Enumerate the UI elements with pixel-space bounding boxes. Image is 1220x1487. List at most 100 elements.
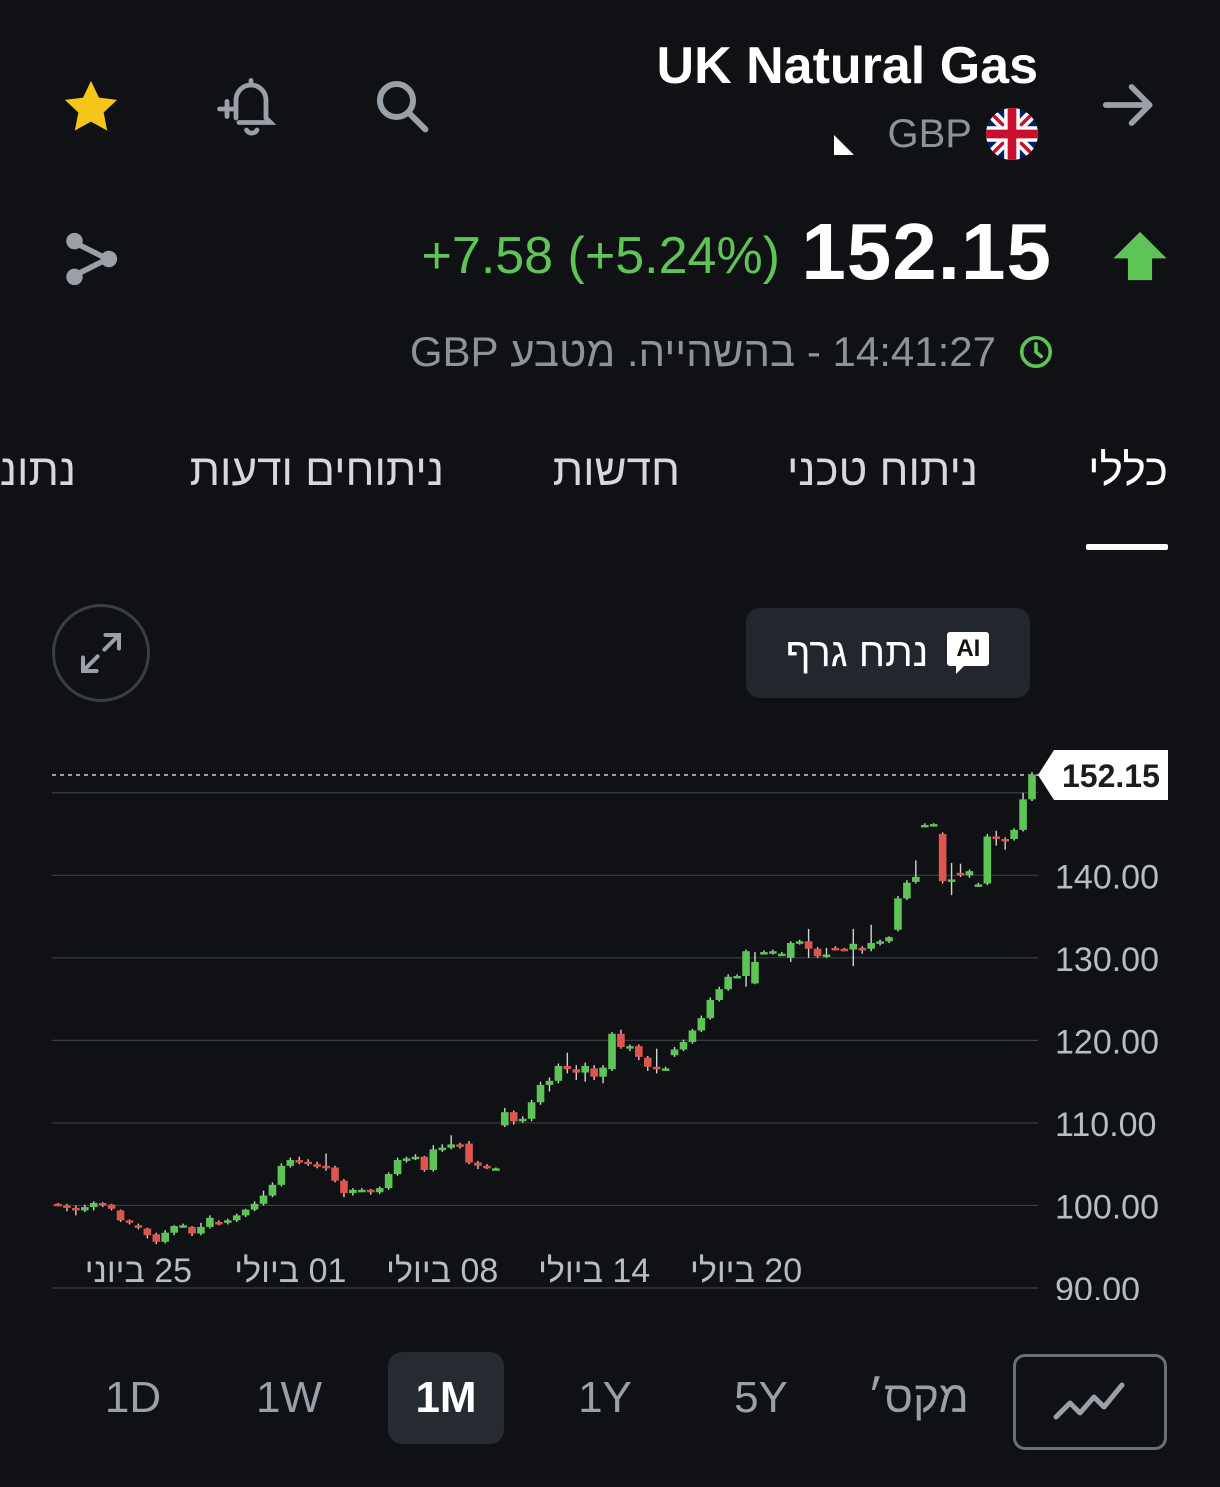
candle-up bbox=[688, 1030, 697, 1043]
y-tick-label: 120.00 bbox=[1055, 1023, 1159, 1061]
candle-down bbox=[63, 1205, 71, 1208]
candle-up bbox=[179, 1225, 187, 1228]
candle-up bbox=[983, 836, 992, 884]
candle-up bbox=[170, 1226, 178, 1233]
candle-up bbox=[518, 1118, 527, 1122]
favorite-star-icon[interactable] bbox=[56, 72, 126, 142]
candle-down bbox=[572, 1069, 581, 1073]
candle-down bbox=[72, 1207, 80, 1211]
share-icon[interactable] bbox=[56, 224, 126, 294]
tab-analysis-opinions[interactable]: ניתוחים ודעות bbox=[190, 446, 444, 496]
candle-down bbox=[563, 1065, 572, 1070]
candle-up bbox=[947, 879, 956, 882]
expand-chart-button[interactable] bbox=[52, 604, 150, 702]
range-1m[interactable]: 1M bbox=[388, 1352, 504, 1444]
candle-up bbox=[894, 898, 902, 930]
market-status-row: 14:41:27 - בהשהייה. מטבע GBP bbox=[410, 328, 1054, 376]
price-chart[interactable]: 140.00 130.00 120.00 110.00 100.00 90.00 152.1… bbox=[0, 740, 1220, 1300]
candle-up bbox=[429, 1149, 438, 1170]
candle-up bbox=[876, 941, 884, 944]
current-price-label: 152.15 bbox=[1062, 758, 1160, 794]
candle-up bbox=[536, 1084, 545, 1103]
y-tick-label: 90.00 bbox=[1055, 1271, 1140, 1300]
candle-down bbox=[304, 1161, 313, 1165]
candle-up bbox=[724, 976, 732, 990]
candle-down bbox=[831, 947, 840, 951]
range-1w[interactable]: 1W bbox=[234, 1352, 344, 1444]
dropdown-corner-icon[interactable] bbox=[832, 133, 856, 157]
candle-up bbox=[358, 1189, 366, 1193]
candle-down bbox=[813, 948, 822, 957]
candle-up bbox=[661, 1068, 670, 1071]
candle-down bbox=[635, 1046, 643, 1057]
currency-row: GBP bbox=[832, 108, 1038, 160]
instrument-title: UK Natural Gas bbox=[656, 37, 1038, 95]
candle-up bbox=[751, 961, 759, 984]
range-5y[interactable]: 5Y bbox=[706, 1352, 816, 1444]
range-max[interactable]: מקס׳ bbox=[858, 1352, 978, 1444]
candle-up bbox=[223, 1220, 232, 1223]
candle-down bbox=[509, 1112, 518, 1122]
candle-down bbox=[152, 1234, 161, 1242]
tab-general[interactable]: כללי bbox=[1088, 446, 1168, 496]
candle-up bbox=[1010, 829, 1018, 839]
currency-label: GBP bbox=[887, 111, 972, 156]
candle-up bbox=[393, 1160, 402, 1175]
chart-type-button[interactable] bbox=[1013, 1354, 1167, 1450]
arrow-right-icon[interactable] bbox=[1096, 72, 1162, 138]
x-tick-label: 20 ביולי bbox=[690, 1252, 802, 1290]
candle-up bbox=[920, 824, 929, 828]
candle-down bbox=[992, 836, 1001, 839]
candle-up bbox=[545, 1080, 554, 1085]
candle-up bbox=[197, 1226, 205, 1234]
candle-up bbox=[527, 1102, 536, 1119]
candle-up bbox=[402, 1158, 411, 1161]
candle-down bbox=[322, 1165, 330, 1169]
candle-up bbox=[259, 1195, 268, 1204]
candle-up bbox=[268, 1184, 277, 1196]
candle-up bbox=[777, 953, 786, 957]
candle-up bbox=[903, 882, 911, 899]
range-1d[interactable]: 1D bbox=[78, 1352, 188, 1444]
x-tick-label: 25 ביוני bbox=[85, 1252, 192, 1290]
candle-up bbox=[554, 1065, 563, 1081]
candle-down bbox=[652, 1066, 661, 1070]
tab-news[interactable]: חדשות bbox=[553, 446, 680, 496]
y-tick-label: 110.00 bbox=[1055, 1106, 1156, 1144]
candle-up bbox=[965, 871, 974, 876]
candle-up bbox=[375, 1188, 384, 1193]
market-status-text: 14:41:27 - בהשהייה. מטבע GBP bbox=[409, 328, 996, 375]
search-icon[interactable] bbox=[366, 70, 438, 142]
candle-up bbox=[670, 1049, 679, 1056]
tab-data[interactable]: נתונ bbox=[0, 446, 76, 496]
candle-up bbox=[912, 876, 920, 882]
candle-up bbox=[277, 1165, 286, 1185]
candle-up bbox=[867, 942, 875, 949]
candle-down bbox=[366, 1189, 375, 1193]
candle-up bbox=[760, 952, 768, 955]
active-tab-indicator bbox=[1086, 544, 1168, 550]
candle-up bbox=[769, 951, 777, 954]
bell-plus-icon[interactable] bbox=[210, 68, 286, 144]
candle-down bbox=[456, 1144, 464, 1147]
candle-up bbox=[384, 1174, 393, 1189]
x-tick-label: 01 ביולי bbox=[234, 1252, 346, 1290]
candle-up bbox=[608, 1033, 616, 1070]
candle-down bbox=[643, 1057, 652, 1067]
x-tick-label: 14 ביולי bbox=[538, 1252, 650, 1290]
candle-up bbox=[349, 1189, 357, 1194]
candle-up bbox=[286, 1160, 295, 1166]
range-1y[interactable]: 1Y bbox=[550, 1352, 660, 1444]
x-tick-label: 08 ביולי bbox=[386, 1252, 498, 1290]
ai-badge-text: AI bbox=[956, 635, 981, 662]
candle-up bbox=[733, 975, 741, 979]
candle-up bbox=[1019, 799, 1027, 830]
candle-down bbox=[54, 1203, 62, 1207]
candle-up bbox=[250, 1203, 259, 1210]
candle-down bbox=[956, 872, 965, 876]
candle-up bbox=[626, 1046, 634, 1049]
candle-up bbox=[742, 951, 750, 976]
candle-down bbox=[474, 1162, 482, 1166]
tab-technical-analysis[interactable]: ניתוח טכני bbox=[787, 446, 978, 496]
analyze-chart-button[interactable]: AI נתח גרף bbox=[746, 608, 1030, 698]
